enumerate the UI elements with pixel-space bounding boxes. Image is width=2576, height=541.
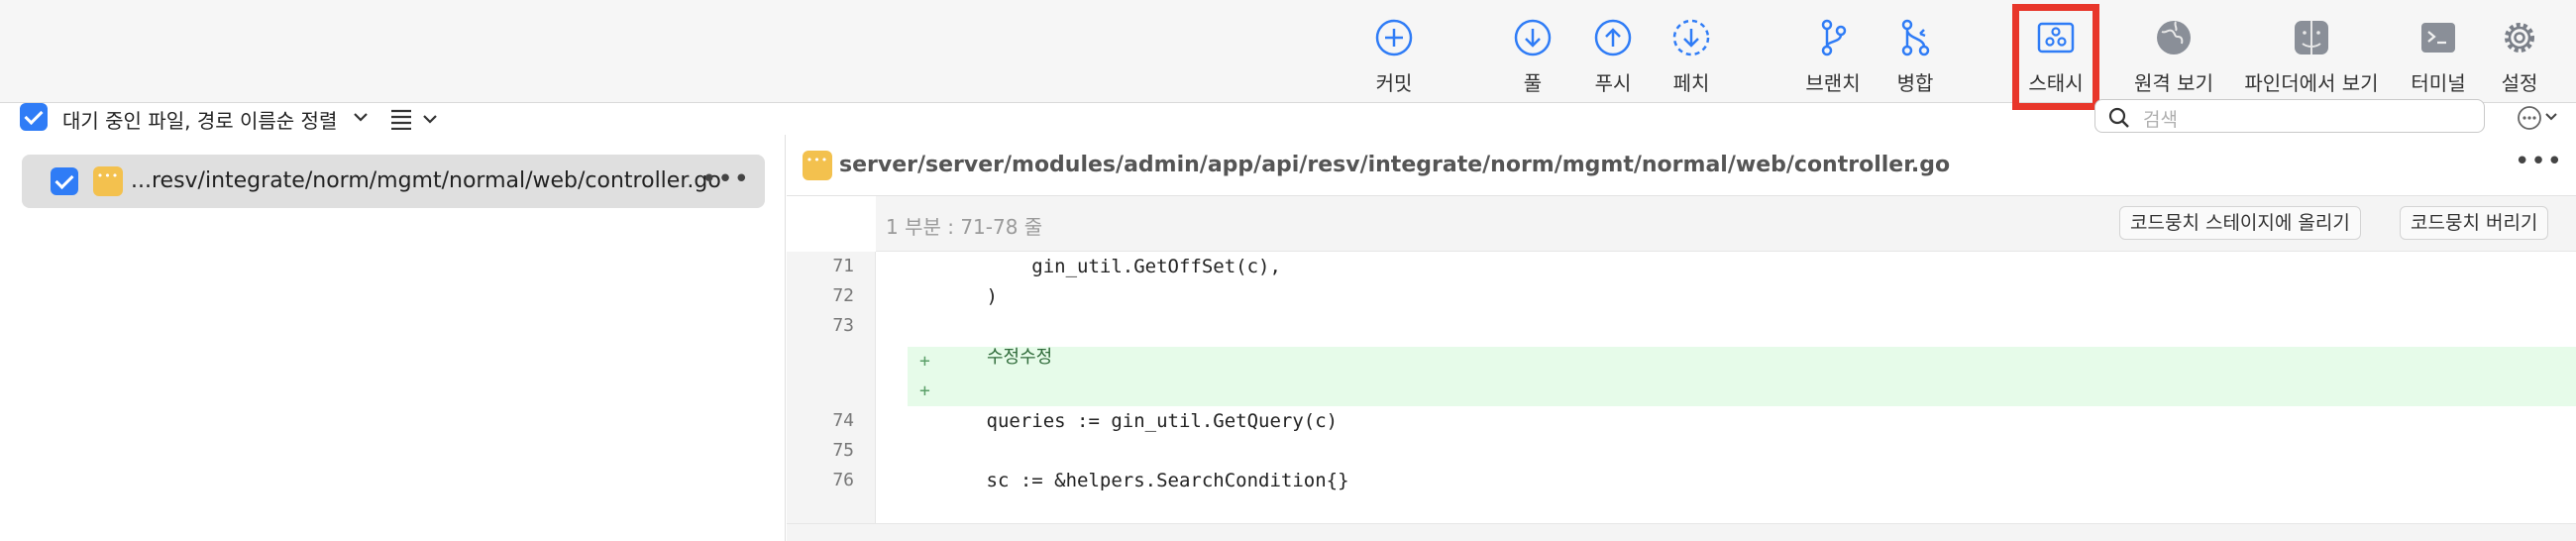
settings-label: 설정	[2501, 71, 2538, 95]
diff-footer	[787, 523, 2576, 541]
code-line: sc := &helpers.SearchCondition{}	[896, 470, 1349, 491]
line-number: 72	[832, 285, 854, 306]
line-number: 74	[832, 410, 854, 431]
plus-circle-icon	[1375, 19, 1413, 56]
show-in-finder-label: 파인더에서 보기	[2244, 71, 2379, 95]
added-marker: +	[919, 351, 930, 372]
toolbar: 커밋 풀 푸시 페치 브랜치 병합 스태시 원격 보기 파인더에서 보기 터미널…	[0, 0, 2576, 103]
code-line: )	[896, 285, 998, 307]
merge-icon	[1901, 19, 1930, 56]
chevron-down-icon[interactable]	[353, 111, 369, 123]
arrow-down-circle-icon	[1514, 19, 1552, 56]
line-number: 75	[832, 440, 854, 461]
arrow-up-circle-icon	[1594, 19, 1632, 56]
more-options-icon[interactable]	[2517, 105, 2542, 131]
diff-more-button[interactable]: •••	[2515, 147, 2563, 176]
search-field[interactable]: 검색	[2094, 99, 2485, 133]
line-number: 76	[832, 470, 854, 490]
line-number: 71	[832, 256, 854, 276]
search-placeholder: 검색	[2143, 109, 2178, 131]
added-line: + 수정수정	[908, 347, 2576, 377]
file-list-pane: ...resv/integrate/norm/mgmt/normal/web/c…	[0, 135, 786, 541]
diff-pane: server/server/modules/admin/app/api/resv…	[787, 135, 2576, 541]
merge-label: 병합	[1896, 71, 1934, 95]
commit-button[interactable]: 커밋	[1340, 18, 1449, 97]
list-view-icon[interactable]	[389, 108, 413, 130]
sort-dropdown[interactable]: 대기 중인 파일, 경로 이름순 정렬	[62, 105, 337, 134]
modified-file-icon	[803, 151, 832, 180]
terminal-icon	[2421, 23, 2455, 53]
show-in-finder-button[interactable]: 파인더에서 보기	[2212, 18, 2411, 97]
file-name: ...resv/integrate/norm/mgmt/normal/web/c…	[131, 168, 721, 193]
chevron-down-icon[interactable]	[422, 113, 438, 125]
line-number: 73	[832, 315, 854, 336]
diff-code-tail: 74 queries := gin_util.GetQuery(c) 75 76…	[832, 406, 2576, 541]
file-checkbox[interactable]	[51, 167, 78, 195]
added-marker: +	[919, 380, 930, 401]
code-line: 수정수정	[987, 347, 1053, 368]
modified-file-icon	[93, 166, 123, 196]
code-line: queries := gin_util.GetQuery(c)	[896, 410, 1339, 432]
file-more-button[interactable]: •••	[701, 164, 750, 194]
added-line: +	[908, 377, 2576, 406]
commit-label: 커밋	[1375, 71, 1413, 95]
globe-icon	[2157, 21, 2191, 54]
stash-button[interactable]: 스태시	[2001, 18, 2110, 97]
code-line: gin_util.GetOffSet(c),	[896, 256, 1281, 277]
merge-button[interactable]: 병합	[1861, 18, 1970, 97]
finder-icon	[2295, 21, 2328, 54]
gear-icon	[2505, 23, 2534, 53]
fetch-button[interactable]: 페치	[1637, 18, 1746, 97]
chevron-down-icon[interactable]	[2544, 112, 2558, 122]
stash-box-icon	[2037, 22, 2075, 54]
branch-icon	[1821, 19, 1847, 56]
diff-file-header: server/server/modules/admin/app/api/resv…	[787, 135, 2576, 196]
fetch-label: 페치	[1672, 71, 1710, 95]
list-item[interactable]: ...resv/integrate/norm/mgmt/normal/web/c…	[22, 155, 765, 208]
settings-button[interactable]: 설정	[2465, 18, 2574, 97]
fetch-dashed-circle-icon	[1672, 19, 1710, 56]
stash-label: 스태시	[2028, 71, 2084, 95]
search-icon	[2108, 107, 2129, 128]
hunk-title: 1 부분 : 71-78 줄	[886, 215, 1043, 239]
discard-hunk-button[interactable]: 코드뭉치 버리기	[2400, 206, 2549, 240]
select-all-checkbox[interactable]	[20, 103, 48, 131]
hunk-header: 1 부분 : 71-78 줄 코드뭉치 스테이지에 올리기 코드뭉치 버리기	[876, 196, 2576, 252]
diff-file-path: server/server/modules/admin/app/api/resv…	[839, 153, 1951, 177]
stage-hunk-button[interactable]: 코드뭉치 스테이지에 올리기	[2119, 206, 2361, 240]
